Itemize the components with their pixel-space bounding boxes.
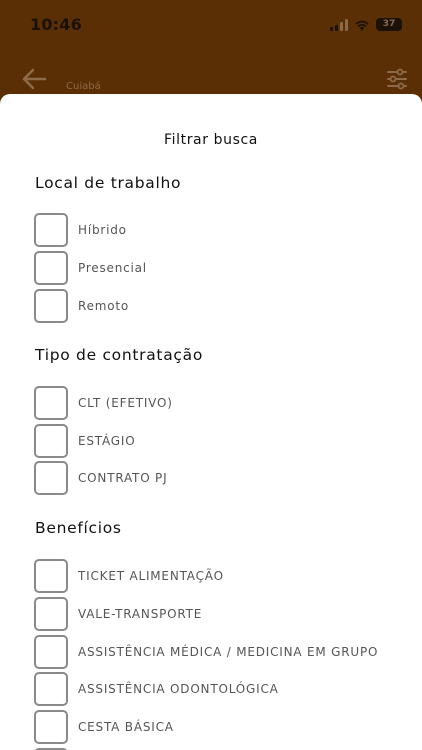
option-presencial[interactable]: Presencial (34, 251, 147, 285)
option-label: CESTA BÁSICA (78, 720, 174, 734)
status-icons: 37 (330, 18, 402, 31)
option-label: TICKET ALIMENTAÇÃO (78, 569, 224, 583)
app-header: Cuiabá (0, 55, 422, 95)
option-label: Presencial (78, 261, 147, 275)
sheet-title: Filtrar busca (164, 132, 258, 148)
checkbox[interactable] (34, 559, 68, 593)
battery-icon: 37 (376, 18, 402, 31)
option-cesta-basica[interactable]: CESTA BÁSICA (34, 710, 174, 744)
section-title-tipo-de-contratacao: Tipo de contratação (35, 346, 204, 364)
checkbox[interactable] (34, 424, 68, 458)
option-label: Híbrido (78, 223, 127, 237)
option-clt[interactable]: CLT (EFETIVO) (34, 386, 173, 420)
checkbox[interactable] (34, 597, 68, 631)
option-remoto[interactable]: Remoto (34, 289, 129, 323)
option-ticket-alimentacao[interactable]: TICKET ALIMENTAÇÃO (34, 559, 224, 593)
back-arrow-icon[interactable] (20, 65, 48, 93)
option-assistencia-odontologica[interactable]: ASSISTÊNCIA ODONTOLÓGICA (34, 672, 279, 706)
wifi-icon (355, 20, 369, 30)
checkbox[interactable] (34, 635, 68, 669)
section-title-beneficios: Benefícios (35, 519, 122, 537)
option-label: ASSISTÊNCIA MÉDICA / MEDICINA EM GRUPO (78, 645, 379, 659)
option-label: VALE-TRANSPORTE (78, 607, 203, 621)
status-time: 10:46 (30, 15, 82, 34)
option-label: ASSISTÊNCIA ODONTOLÓGICA (78, 682, 279, 696)
option-hibrido[interactable]: Híbrido (34, 213, 127, 247)
filter-sheet: Filtrar busca Local de trabalho Híbrido … (0, 94, 422, 750)
checkbox[interactable] (34, 386, 68, 420)
option-contrato-pj[interactable]: CONTRATO PJ (34, 461, 167, 495)
option-label: Remoto (78, 299, 130, 313)
checkbox[interactable] (34, 672, 68, 706)
cellular-signal-icon (330, 18, 348, 31)
section-title-local-de-trabalho: Local de trabalho (35, 174, 182, 192)
option-label: CLT (EFETIVO) (78, 396, 173, 410)
option-label: ESTÁGIO (78, 434, 136, 448)
status-bar: 10:46 37 (0, 0, 422, 50)
filter-sliders-icon[interactable] (386, 67, 408, 91)
checkbox[interactable] (34, 251, 68, 285)
option-estagio[interactable]: ESTÁGIO (34, 424, 135, 458)
checkbox[interactable] (34, 289, 68, 323)
checkbox[interactable] (34, 213, 68, 247)
option-assistencia-medica[interactable]: ASSISTÊNCIA MÉDICA / MEDICINA EM GRUPO (34, 635, 378, 669)
option-vale-transporte[interactable]: VALE-TRANSPORTE (34, 597, 202, 631)
header-location: Cuiabá (66, 81, 101, 92)
option-label: CONTRATO PJ (78, 471, 168, 485)
checkbox[interactable] (34, 710, 68, 744)
checkbox[interactable] (34, 461, 68, 495)
